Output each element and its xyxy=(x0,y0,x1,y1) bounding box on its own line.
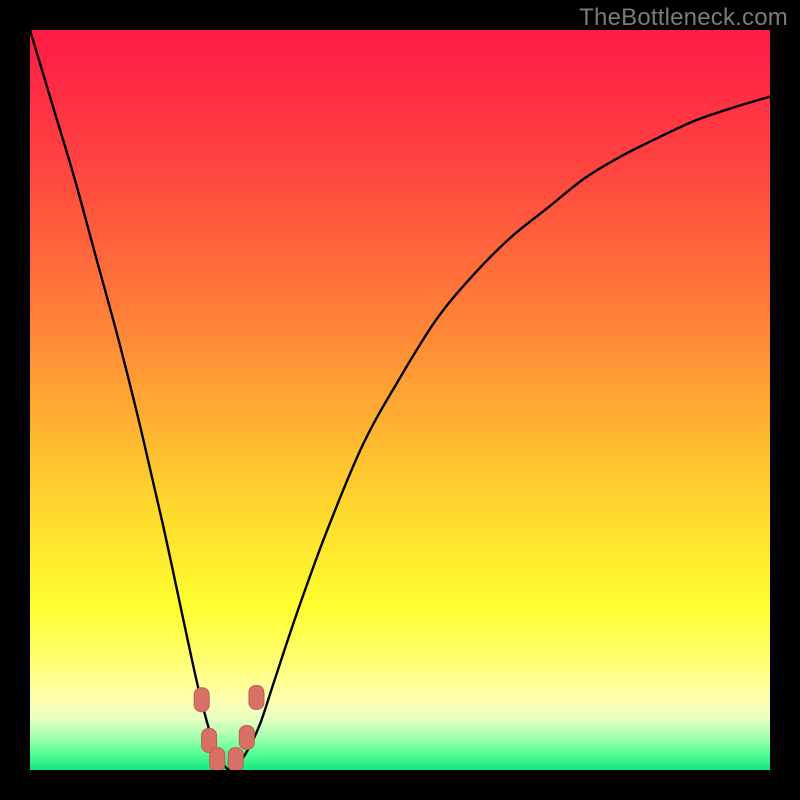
bottleneck-curve xyxy=(30,30,770,770)
outer-frame: TheBottleneck.com xyxy=(0,0,800,800)
curve-layer xyxy=(30,30,770,770)
trough-marker xyxy=(228,748,243,770)
plot-area xyxy=(30,30,770,770)
trough-markers xyxy=(194,685,264,770)
trough-marker xyxy=(249,685,264,709)
trough-marker xyxy=(194,688,209,712)
watermark-text: TheBottleneck.com xyxy=(579,4,788,32)
trough-marker xyxy=(239,725,254,749)
trough-marker xyxy=(210,748,225,770)
